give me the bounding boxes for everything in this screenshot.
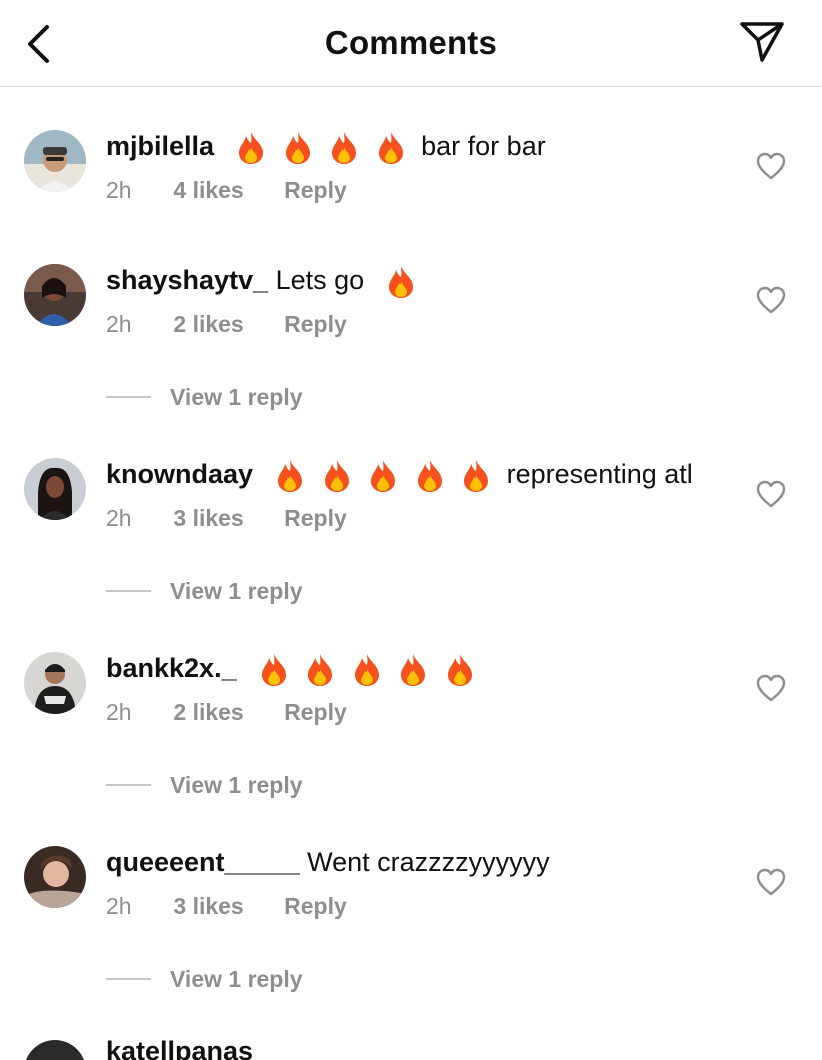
- reply-button[interactable]: Reply: [284, 175, 347, 205]
- avatar[interactable]: [24, 846, 86, 908]
- fire-icon: [378, 131, 403, 164]
- comment-likes[interactable]: 3 likes: [173, 503, 243, 533]
- fire-icon: [261, 653, 286, 686]
- fire-emojis: [222, 131, 422, 164]
- comment-item-partial: katellpanas: [0, 1030, 822, 1060]
- view-replies-label: View 1 reply: [170, 577, 303, 604]
- header-bar: Comments: [0, 0, 822, 87]
- comment-text: representing atl: [506, 459, 693, 489]
- divider: [106, 784, 151, 786]
- comment-username[interactable]: shayshaytv_: [106, 265, 268, 295]
- comment-time: 2h: [106, 505, 132, 531]
- fire-icon: [354, 653, 379, 686]
- fire-icon: [285, 131, 310, 164]
- fire-icon: [417, 459, 442, 492]
- fire-icon: [239, 131, 264, 164]
- comment-likes[interactable]: 2 likes: [173, 697, 243, 727]
- comment-username[interactable]: queeeent_____: [106, 847, 300, 877]
- avatar[interactable]: [24, 264, 86, 326]
- comment-likes[interactable]: 2 likes: [173, 309, 243, 339]
- heart-icon[interactable]: [756, 674, 786, 702]
- fire-icon: [278, 459, 303, 492]
- reply-button[interactable]: Reply: [284, 309, 347, 339]
- view-replies-button[interactable]: View 1 reply: [106, 770, 303, 800]
- fire-icon: [308, 653, 333, 686]
- avatar[interactable]: [24, 458, 86, 520]
- reply-button[interactable]: Reply: [284, 503, 347, 533]
- fire-emojis: [261, 459, 507, 492]
- comment-text: bar for bar: [421, 131, 546, 161]
- heart-icon[interactable]: [756, 868, 786, 896]
- comment-item: queeeent_____ Went crazzzzyyyyyy 2h 3 li…: [0, 846, 822, 956]
- comment-item: knowndaay representing atl 2h 3 likes Re…: [0, 458, 822, 568]
- view-replies-button[interactable]: View 1 reply: [106, 964, 303, 994]
- paper-plane-icon: [740, 22, 784, 62]
- fire-icon: [332, 131, 357, 164]
- fire-icon: [401, 653, 426, 686]
- fire-emojis: [372, 265, 425, 298]
- comment-text: Lets go: [275, 265, 365, 295]
- divider: [106, 590, 151, 592]
- view-replies-label: View 1 reply: [170, 383, 303, 410]
- view-replies-label: View 1 reply: [170, 965, 303, 992]
- heart-icon[interactable]: [756, 152, 786, 180]
- heart-icon[interactable]: [756, 480, 786, 508]
- comment-item: mjbilella bar for bar 2h 4 likes Reply: [0, 130, 822, 240]
- comment-item: shayshaytv_ Lets go 2h 2 likes Reply: [0, 264, 822, 374]
- fire-icon: [464, 459, 489, 492]
- avatar[interactable]: [24, 130, 86, 192]
- comment-username[interactable]: katellpanas: [106, 1036, 253, 1060]
- comment-likes[interactable]: 3 likes: [173, 891, 243, 921]
- fire-icon: [447, 653, 472, 686]
- divider: [106, 396, 151, 398]
- fire-icon: [389, 265, 414, 298]
- fire-icon: [371, 459, 396, 492]
- view-replies-button[interactable]: View 1 reply: [106, 576, 303, 606]
- comment-time: 2h: [106, 177, 132, 203]
- reply-button[interactable]: Reply: [284, 891, 347, 921]
- comment-time: 2h: [106, 699, 132, 725]
- comment-text: Went crazzzzyyyyyy: [307, 847, 550, 877]
- share-button[interactable]: [738, 20, 786, 64]
- comment-username[interactable]: bankk2x._: [106, 653, 237, 683]
- fire-emojis: [244, 653, 483, 686]
- comment-time: 2h: [106, 893, 132, 919]
- comment-item: bankk2x._ 2h 2 likes Reply: [0, 652, 822, 762]
- view-replies-label: View 1 reply: [170, 771, 303, 798]
- comment-username[interactable]: mjbilella: [106, 131, 214, 161]
- view-replies-button[interactable]: View 1 reply: [106, 382, 303, 412]
- avatar[interactable]: [24, 1040, 86, 1060]
- comment-likes[interactable]: 4 likes: [173, 175, 243, 205]
- heart-icon[interactable]: [756, 286, 786, 314]
- comment-username[interactable]: knowndaay: [106, 459, 253, 489]
- reply-button[interactable]: Reply: [284, 697, 347, 727]
- divider: [106, 978, 151, 980]
- comment-time: 2h: [106, 311, 132, 337]
- fire-icon: [324, 459, 349, 492]
- page-title: Comments: [324, 24, 498, 61]
- avatar[interactable]: [24, 652, 86, 714]
